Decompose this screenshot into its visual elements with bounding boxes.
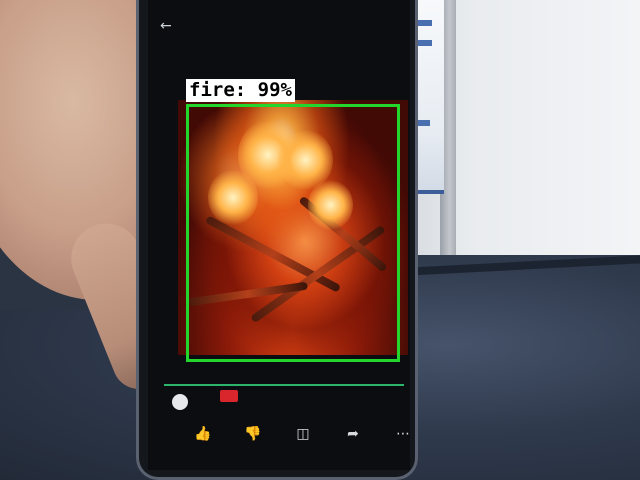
detection-confidence: 99% (257, 79, 292, 101)
video-scrubber[interactable] (172, 394, 188, 410)
share-icon[interactable]: ➦ (338, 426, 368, 442)
comment-icon[interactable]: ◫ (288, 426, 318, 442)
arrow-left-icon[interactable]: ← (160, 18, 172, 34)
live-badge (220, 390, 238, 402)
more-icon[interactable]: ⋯ (388, 426, 410, 442)
detection-class: fire (189, 79, 235, 101)
detection-bounding-box (186, 104, 400, 362)
dislike-icon[interactable]: 👎 (238, 426, 268, 442)
detection-label: fire: 99% (186, 79, 295, 102)
video-progress-bar[interactable] (164, 384, 404, 386)
like-icon[interactable]: 👍 (188, 426, 218, 442)
video-action-bar: 👍 👎 ◫ ➦ ⋯ (188, 426, 410, 466)
